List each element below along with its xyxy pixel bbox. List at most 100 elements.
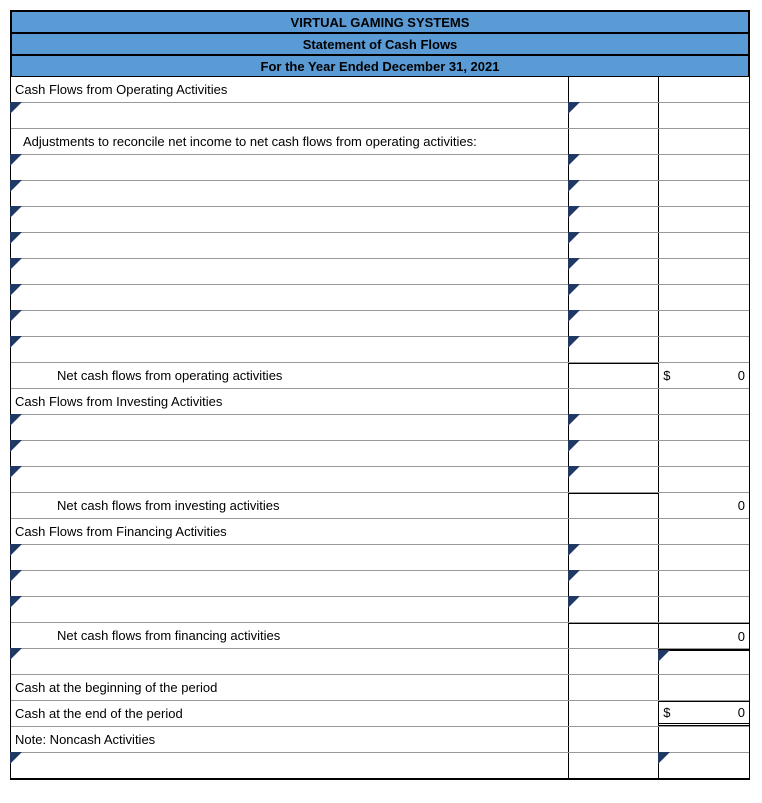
cell-val1[interactable] [569, 597, 659, 622]
cell-net-investing-value[interactable]: 0 [659, 493, 749, 518]
cell-val2[interactable] [659, 311, 749, 336]
dropdown-icon [568, 206, 580, 218]
dropdown-icon [10, 544, 22, 556]
cell-val1[interactable] [569, 623, 659, 648]
dropdown-cell[interactable] [11, 441, 569, 466]
row-financing-input [11, 571, 749, 597]
dropdown-icon [568, 466, 580, 478]
dropdown-cell[interactable] [11, 259, 569, 284]
cell-val1[interactable] [569, 259, 659, 284]
cell-val2[interactable] [659, 545, 749, 570]
cell-val1[interactable] [569, 415, 659, 440]
dropdown-cell[interactable] [11, 467, 569, 492]
cell-net-operating-value[interactable]: $ 0 [659, 363, 749, 388]
cell-val1[interactable] [569, 441, 659, 466]
cell-val2[interactable] [659, 519, 749, 544]
cell-val1[interactable] [569, 701, 659, 726]
label-net-operating: Net cash flows from operating activities [11, 363, 569, 388]
cell-val2[interactable] [659, 233, 749, 258]
cell-val2[interactable] [659, 181, 749, 206]
cell-val1[interactable] [569, 129, 659, 154]
row-financing-input [11, 545, 749, 571]
dropdown-cell[interactable] [11, 649, 569, 674]
dropdown-cell[interactable] [11, 103, 569, 128]
cell-val1[interactable] [569, 77, 659, 102]
cell-val1[interactable] [569, 337, 659, 362]
statement-table: VIRTUAL GAMING SYSTEMS Statement of Cash… [10, 10, 750, 780]
cell-val1[interactable] [569, 545, 659, 570]
dropdown-icon [10, 752, 22, 764]
dropdown-cell[interactable] [11, 545, 569, 570]
cell-val1[interactable] [569, 155, 659, 180]
label-net-financing: Net cash flows from financing activities [11, 623, 569, 648]
cell-net-financing-value[interactable]: 0 [659, 623, 749, 648]
cell-val2[interactable] [659, 441, 749, 466]
dollar-sign: $ [663, 705, 670, 720]
cell-val1[interactable] [569, 311, 659, 336]
dropdown-cell[interactable] [11, 285, 569, 310]
cell-val2[interactable] [659, 415, 749, 440]
dropdown-cell[interactable] [11, 233, 569, 258]
cell-val2[interactable] [659, 597, 749, 622]
dropdown-cell[interactable] [11, 337, 569, 362]
cell-val1[interactable] [569, 103, 659, 128]
dropdown-icon [10, 180, 22, 192]
cell-val2[interactable] [659, 727, 749, 752]
cell-val2[interactable] [659, 571, 749, 596]
cell-val1[interactable] [569, 467, 659, 492]
dropdown-icon [10, 232, 22, 244]
cell-val1[interactable] [569, 519, 659, 544]
cell-val2[interactable] [659, 285, 749, 310]
dropdown-icon [568, 544, 580, 556]
value-text: 0 [738, 368, 745, 383]
dropdown-cell[interactable] [11, 207, 569, 232]
row-cash-begin: Cash at the beginning of the period [11, 675, 749, 701]
row-adjustment-input [11, 285, 749, 311]
cell-val1[interactable] [569, 207, 659, 232]
cell-val2[interactable] [659, 129, 749, 154]
cell-val1[interactable] [569, 181, 659, 206]
label-cash-end: Cash at the end of the period [11, 701, 569, 726]
cell-val2[interactable] [659, 259, 749, 284]
cell-val2[interactable] [659, 155, 749, 180]
dropdown-icon [10, 258, 22, 270]
header-company: VIRTUAL GAMING SYSTEMS [11, 11, 749, 33]
dropdown-cell[interactable] [11, 311, 569, 336]
cell-val2[interactable] [659, 77, 749, 102]
dropdown-icon [10, 310, 22, 322]
cell-val1[interactable] [569, 285, 659, 310]
cell-val1[interactable] [569, 233, 659, 258]
cell-val1[interactable] [569, 363, 659, 388]
cell-val1[interactable] [569, 753, 659, 778]
cell-val1[interactable] [569, 571, 659, 596]
cell-val1[interactable] [569, 649, 659, 674]
dropdown-cell[interactable] [11, 753, 569, 778]
dropdown-cell[interactable] [11, 415, 569, 440]
dropdown-cell[interactable] [11, 181, 569, 206]
dropdown-icon [10, 284, 22, 296]
value-text: 0 [738, 705, 745, 720]
cell-val2[interactable] [659, 389, 749, 414]
cell-val2[interactable] [659, 207, 749, 232]
dropdown-cell[interactable] [11, 155, 569, 180]
cell-val2[interactable] [659, 649, 749, 674]
row-investing-input [11, 441, 749, 467]
dropdown-cell[interactable] [11, 571, 569, 596]
cell-val2[interactable] [659, 337, 749, 362]
row-cash-end: Cash at the end of the period $ 0 [11, 701, 749, 727]
label-net-investing: Net cash flows from investing activities [11, 493, 569, 518]
cell-cash-end-value[interactable]: $ 0 [659, 701, 749, 726]
cell-cash-begin-value[interactable] [659, 675, 749, 700]
cell-val2[interactable] [659, 467, 749, 492]
cell-val2[interactable] [659, 103, 749, 128]
dropdown-icon [568, 102, 580, 114]
dropdown-cell[interactable] [11, 597, 569, 622]
cell-val2[interactable] [659, 753, 749, 778]
row-net-operating: Net cash flows from operating activities… [11, 363, 749, 389]
cell-val1[interactable] [569, 493, 659, 518]
cell-val1[interactable] [569, 675, 659, 700]
cell-val1[interactable] [569, 389, 659, 414]
dropdown-icon [10, 648, 22, 660]
cell-val1[interactable] [569, 727, 659, 752]
dropdown-icon [568, 180, 580, 192]
